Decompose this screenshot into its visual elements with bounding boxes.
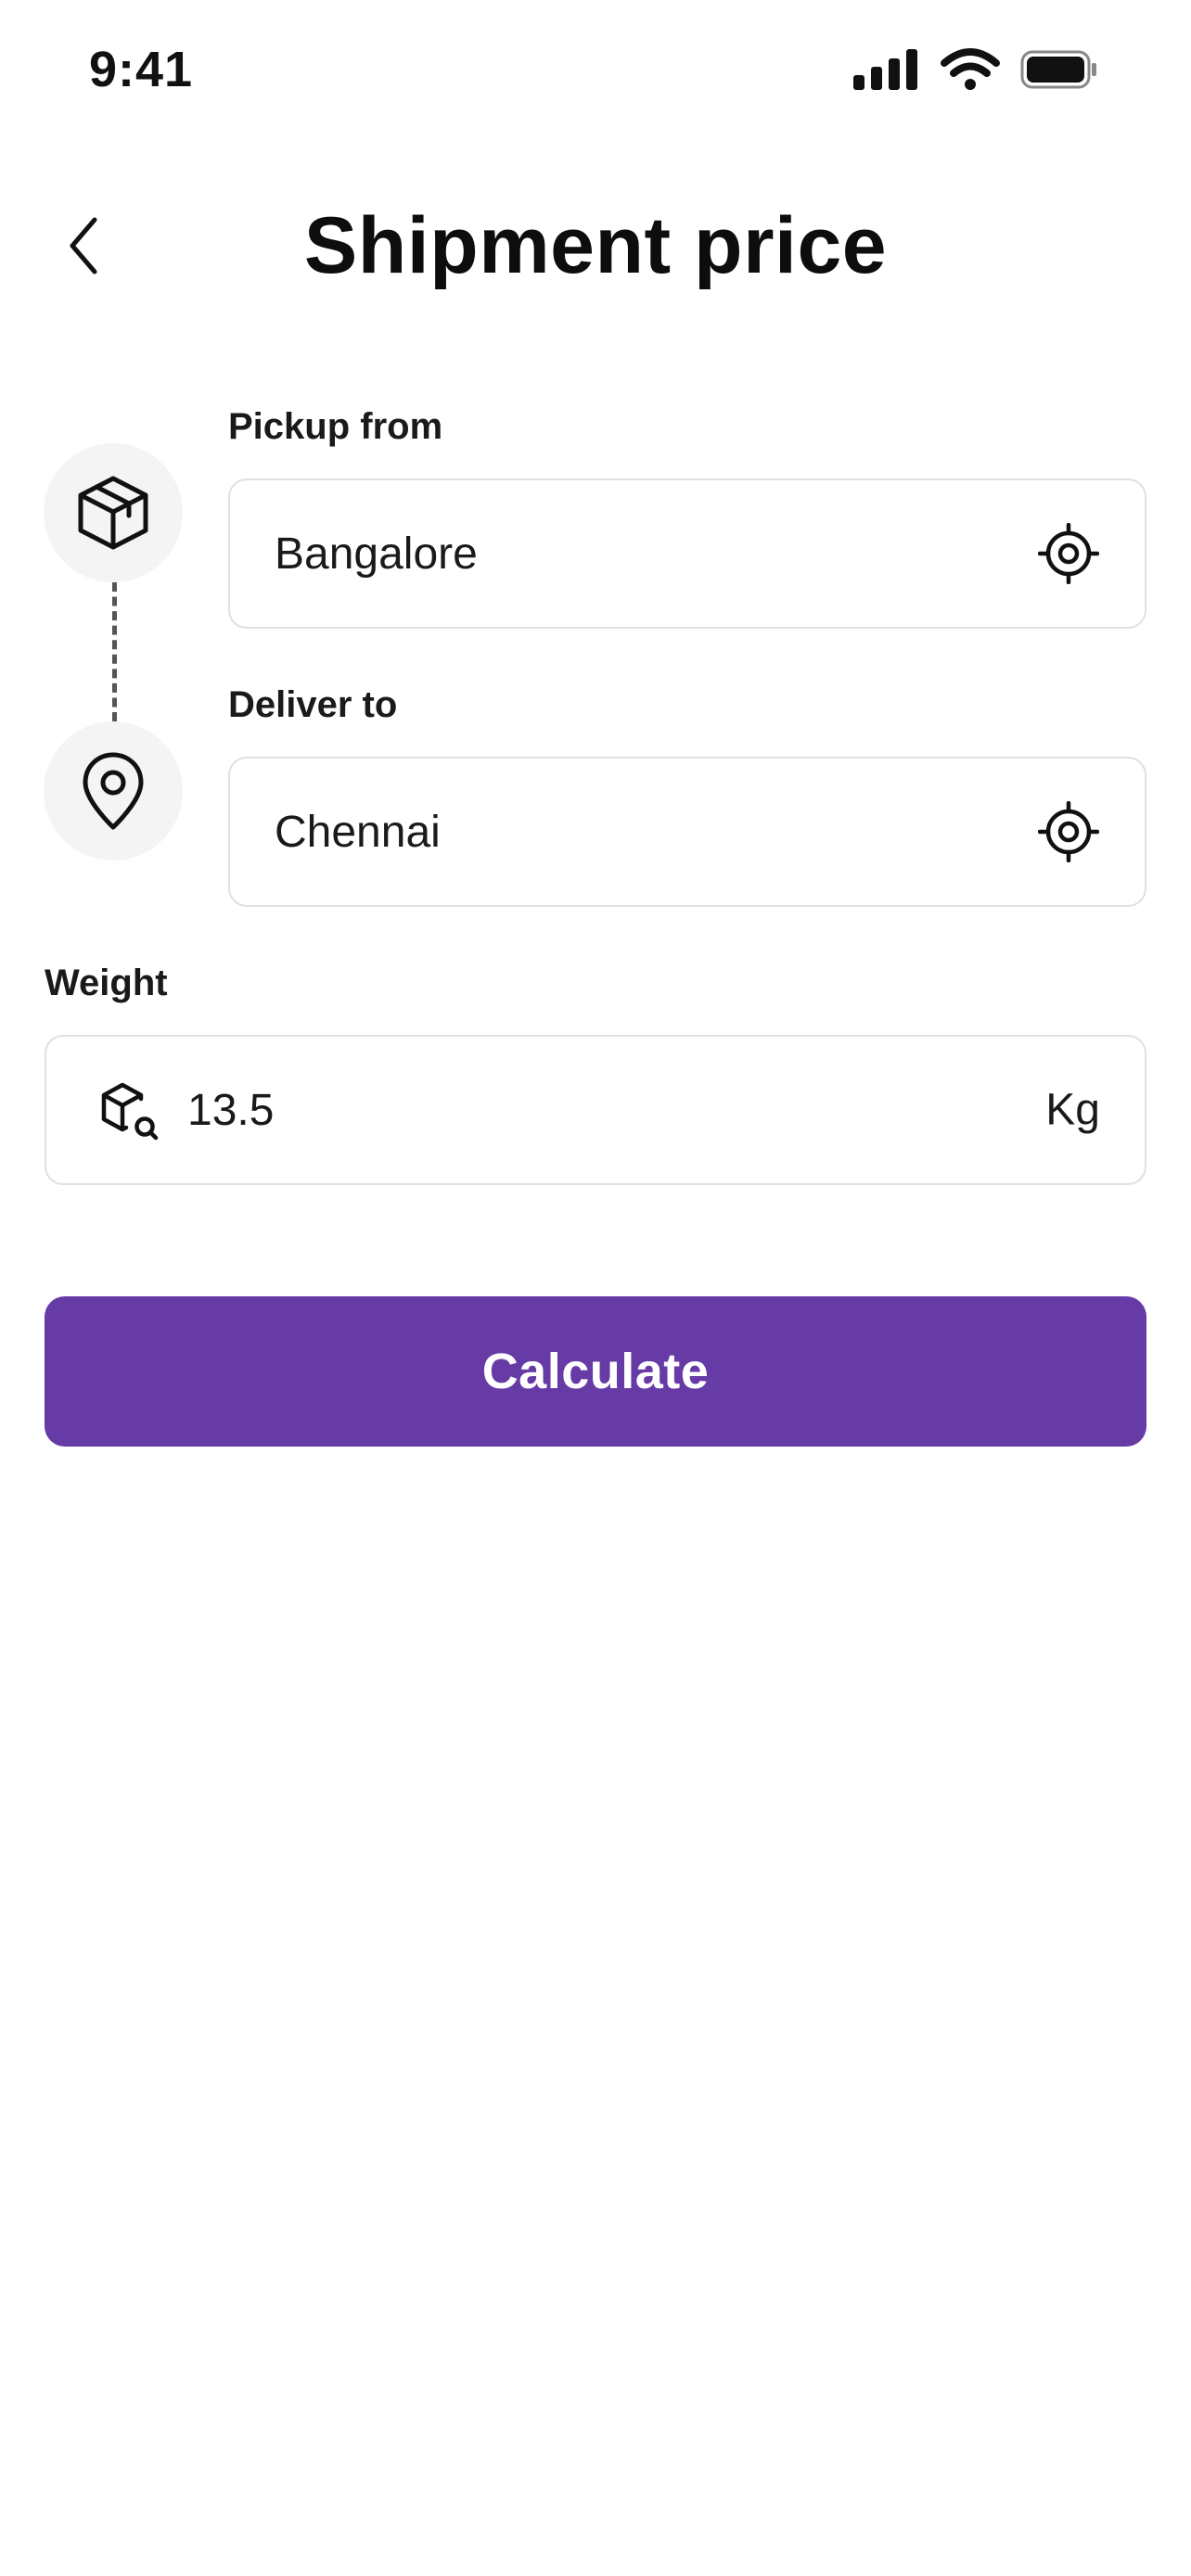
page-title: Shipment price <box>303 201 888 290</box>
weight-unit: Kg <box>1045 1085 1100 1135</box>
status-icons <box>853 48 1098 91</box>
pickup-locate-button[interactable] <box>1033 518 1104 589</box>
package-box-icon <box>78 476 148 550</box>
cellular-signal-icon <box>853 49 917 90</box>
wifi-icon <box>941 48 1000 90</box>
delivery-label: Deliver to <box>228 684 398 725</box>
crosshair-locate-icon <box>1038 801 1099 862</box>
weight-value: 13.5 <box>187 1085 275 1135</box>
pickup-icon-badge <box>44 443 183 582</box>
pickup-value: Bangalore <box>275 529 478 579</box>
status-time: 9:41 <box>89 42 194 97</box>
header: Shipment price <box>0 167 1191 315</box>
delivery-locate-button[interactable] <box>1033 797 1104 867</box>
box-search-icon <box>101 1082 159 1141</box>
weight-label: Weight <box>45 963 168 1003</box>
battery-icon <box>1020 50 1096 89</box>
pickup-label: Pickup from <box>228 406 443 447</box>
delivery-value: Chennai <box>275 807 441 857</box>
status-bar: 9:41 <box>0 0 1191 139</box>
crosshair-locate-icon <box>1038 523 1099 584</box>
calculate-button[interactable]: Calculate <box>45 1296 1146 1447</box>
route-connector-line <box>112 582 117 721</box>
pickup-field[interactable]: Bangalore <box>228 478 1146 629</box>
delivery-icon-badge <box>44 721 183 861</box>
map-pin-icon <box>83 752 144 830</box>
delivery-field[interactable]: Chennai <box>228 757 1146 907</box>
weight-field[interactable]: 13.5 Kg <box>45 1035 1146 1185</box>
